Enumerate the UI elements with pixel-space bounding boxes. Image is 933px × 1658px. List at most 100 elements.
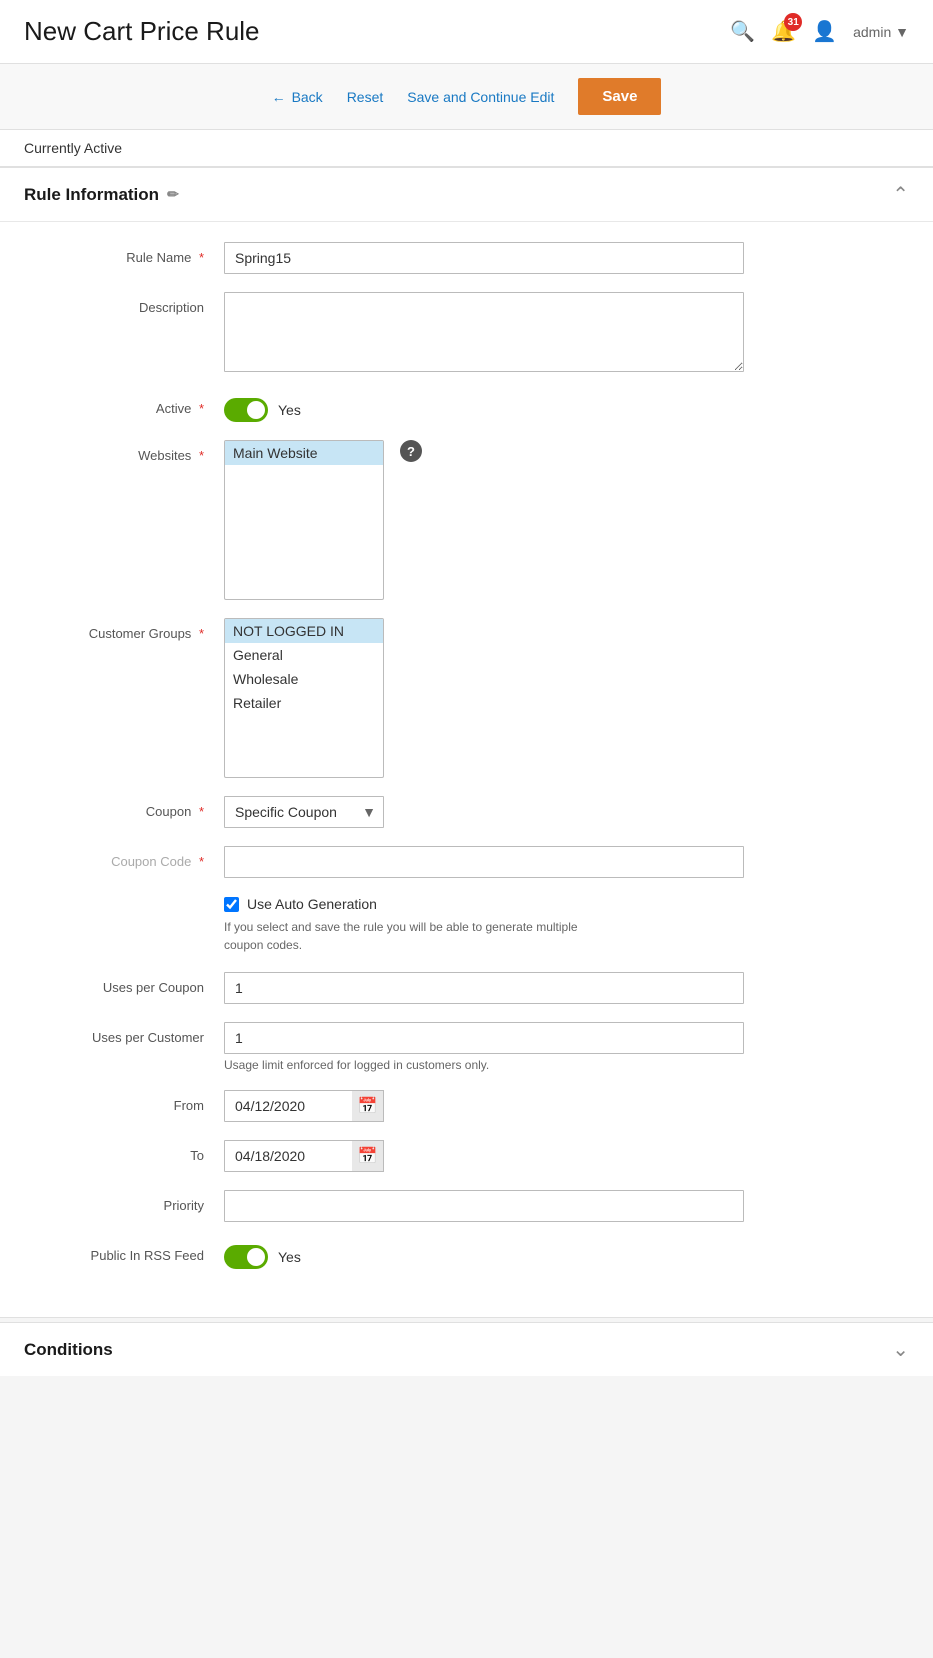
rule-name-label: Rule Name *: [24, 242, 224, 265]
websites-row: Websites * Main Website ?: [0, 440, 933, 600]
to-date-wrapper: 📅: [224, 1140, 384, 1172]
page-header: New Cart Price Rule 🔍 🔔 31 👤 admin ▼: [0, 0, 933, 64]
conditions-header[interactable]: Conditions ⌄: [0, 1323, 933, 1376]
active-field: Yes: [224, 393, 744, 422]
conditions-section: Conditions ⌄: [0, 1322, 933, 1376]
coupon-select-wrapper: No Coupon Specific Coupon Auto ▼: [224, 796, 384, 828]
coupon-code-row: Coupon Code *: [0, 846, 933, 878]
active-toggle-label: Yes: [278, 402, 301, 418]
description-field: [224, 292, 744, 375]
public-rss-toggle-label: Yes: [278, 1249, 301, 1265]
rule-name-row: Rule Name *: [0, 242, 933, 274]
to-label: To: [24, 1140, 224, 1163]
search-icon[interactable]: 🔍: [730, 19, 755, 44]
websites-required: *: [199, 448, 204, 463]
auto-generation-hint: If you select and save the rule you will…: [224, 918, 604, 954]
active-toggle[interactable]: [224, 398, 268, 422]
back-button[interactable]: ← Back: [272, 89, 323, 105]
from-calendar-icon[interactable]: 📅: [352, 1090, 384, 1122]
from-row: From 📅: [0, 1090, 933, 1122]
priority-field: [224, 1190, 744, 1222]
section-collapse-icon[interactable]: ⌃: [892, 182, 909, 207]
auto-generation-label: Use Auto Generation: [247, 896, 377, 912]
auto-generation-row: Use Auto Generation If you select and sa…: [0, 896, 933, 954]
public-rss-row: Public In RSS Feed Yes: [0, 1240, 933, 1269]
uses-per-customer-field: Usage limit enforced for logged in custo…: [224, 1022, 744, 1072]
rule-name-input[interactable]: [224, 242, 744, 274]
public-rss-toggle[interactable]: [224, 1245, 268, 1269]
coupon-select[interactable]: No Coupon Specific Coupon Auto: [224, 796, 384, 828]
public-rss-field: Yes: [224, 1240, 744, 1269]
uses-per-coupon-row: Uses per Coupon: [0, 972, 933, 1004]
priority-row: Priority: [0, 1190, 933, 1222]
priority-label: Priority: [24, 1190, 224, 1213]
from-label: From: [24, 1090, 224, 1113]
edit-section-icon[interactable]: ✏: [167, 186, 179, 203]
active-row: Active * Yes: [0, 393, 933, 422]
coupon-code-required: *: [199, 854, 204, 869]
to-calendar-icon[interactable]: 📅: [352, 1140, 384, 1172]
websites-label: Websites *: [24, 440, 224, 463]
customer-groups-required: *: [199, 626, 204, 641]
websites-field: Main Website ?: [224, 440, 744, 600]
save-continue-button[interactable]: Save and Continue Edit: [407, 89, 554, 105]
group-option-retailer: Retailer: [225, 691, 383, 715]
usage-note: Usage limit enforced for logged in custo…: [224, 1058, 744, 1072]
rule-information-header[interactable]: Rule Information ✏ ⌃: [0, 168, 933, 222]
auto-generation-spacer: [24, 896, 224, 904]
conditions-collapse-icon[interactable]: ⌄: [892, 1337, 909, 1362]
save-button[interactable]: Save: [578, 78, 661, 115]
rule-information-section: Rule Information ✏ ⌃ Rule Name * Descrip…: [0, 167, 933, 1318]
description-label: Description: [24, 292, 224, 315]
website-option-main: Main Website: [225, 441, 383, 465]
public-rss-label: Public In RSS Feed: [24, 1240, 224, 1263]
rule-name-field: [224, 242, 744, 274]
to-field: 📅: [224, 1140, 744, 1172]
uses-per-coupon-input[interactable]: [224, 972, 744, 1004]
coupon-field: No Coupon Specific Coupon Auto ▼: [224, 796, 744, 828]
priority-input[interactable]: [224, 1190, 744, 1222]
active-toggle-slider: [224, 398, 268, 422]
active-required: *: [199, 401, 204, 416]
main-content: Rule Information ✏ ⌃ Rule Name * Descrip…: [0, 167, 933, 1416]
coupon-label: Coupon *: [24, 796, 224, 819]
coupon-code-field: [224, 846, 744, 878]
public-rss-toggle-slider: [224, 1245, 268, 1269]
group-option-general: General: [225, 643, 383, 667]
toolbar: ← Back Reset Save and Continue Edit Save: [0, 64, 933, 130]
notification-bell[interactable]: 🔔 31: [771, 19, 796, 44]
customer-groups-field: NOT LOGGED IN General Wholesale Retailer: [224, 618, 744, 778]
customer-groups-label: Customer Groups *: [24, 618, 224, 641]
auto-generation-checkbox-wrapper: Use Auto Generation: [224, 896, 744, 912]
page-title: New Cart Price Rule: [24, 16, 260, 47]
user-icon: 👤: [812, 19, 837, 44]
active-toggle-wrapper: Yes: [224, 393, 744, 422]
uses-per-coupon-field: [224, 972, 744, 1004]
back-arrow-icon: ←: [272, 89, 286, 105]
active-label: Active *: [24, 393, 224, 416]
websites-select[interactable]: Main Website: [224, 440, 384, 600]
status-bar: Currently Active: [0, 130, 933, 167]
group-option-not-logged-in: NOT LOGGED IN: [225, 619, 383, 643]
customer-groups-select[interactable]: NOT LOGGED IN General Wholesale Retailer: [224, 618, 384, 778]
admin-menu[interactable]: admin ▼: [853, 24, 909, 40]
customer-groups-row: Customer Groups * NOT LOGGED IN General …: [0, 618, 933, 778]
description-textarea[interactable]: [224, 292, 744, 372]
rule-information-form: Rule Name * Description Active: [0, 222, 933, 1317]
notification-badge: 31: [784, 13, 802, 31]
public-rss-toggle-wrapper: Yes: [224, 1240, 744, 1269]
uses-per-coupon-label: Uses per Coupon: [24, 972, 224, 995]
section-title-rule-info: Rule Information ✏: [24, 185, 179, 205]
auto-generation-checkbox[interactable]: [224, 897, 239, 912]
from-date-wrapper: 📅: [224, 1090, 384, 1122]
uses-per-customer-label: Uses per Customer: [24, 1022, 224, 1045]
websites-help-icon[interactable]: ?: [400, 440, 422, 462]
reset-button[interactable]: Reset: [347, 89, 384, 105]
coupon-row: Coupon * No Coupon Specific Coupon Auto …: [0, 796, 933, 828]
uses-per-customer-input[interactable]: [224, 1022, 744, 1054]
auto-generation-field: Use Auto Generation If you select and sa…: [224, 896, 744, 954]
coupon-code-input[interactable]: [224, 846, 744, 878]
description-row: Description: [0, 292, 933, 375]
coupon-required: *: [199, 804, 204, 819]
uses-per-customer-row: Uses per Customer Usage limit enforced f…: [0, 1022, 933, 1072]
